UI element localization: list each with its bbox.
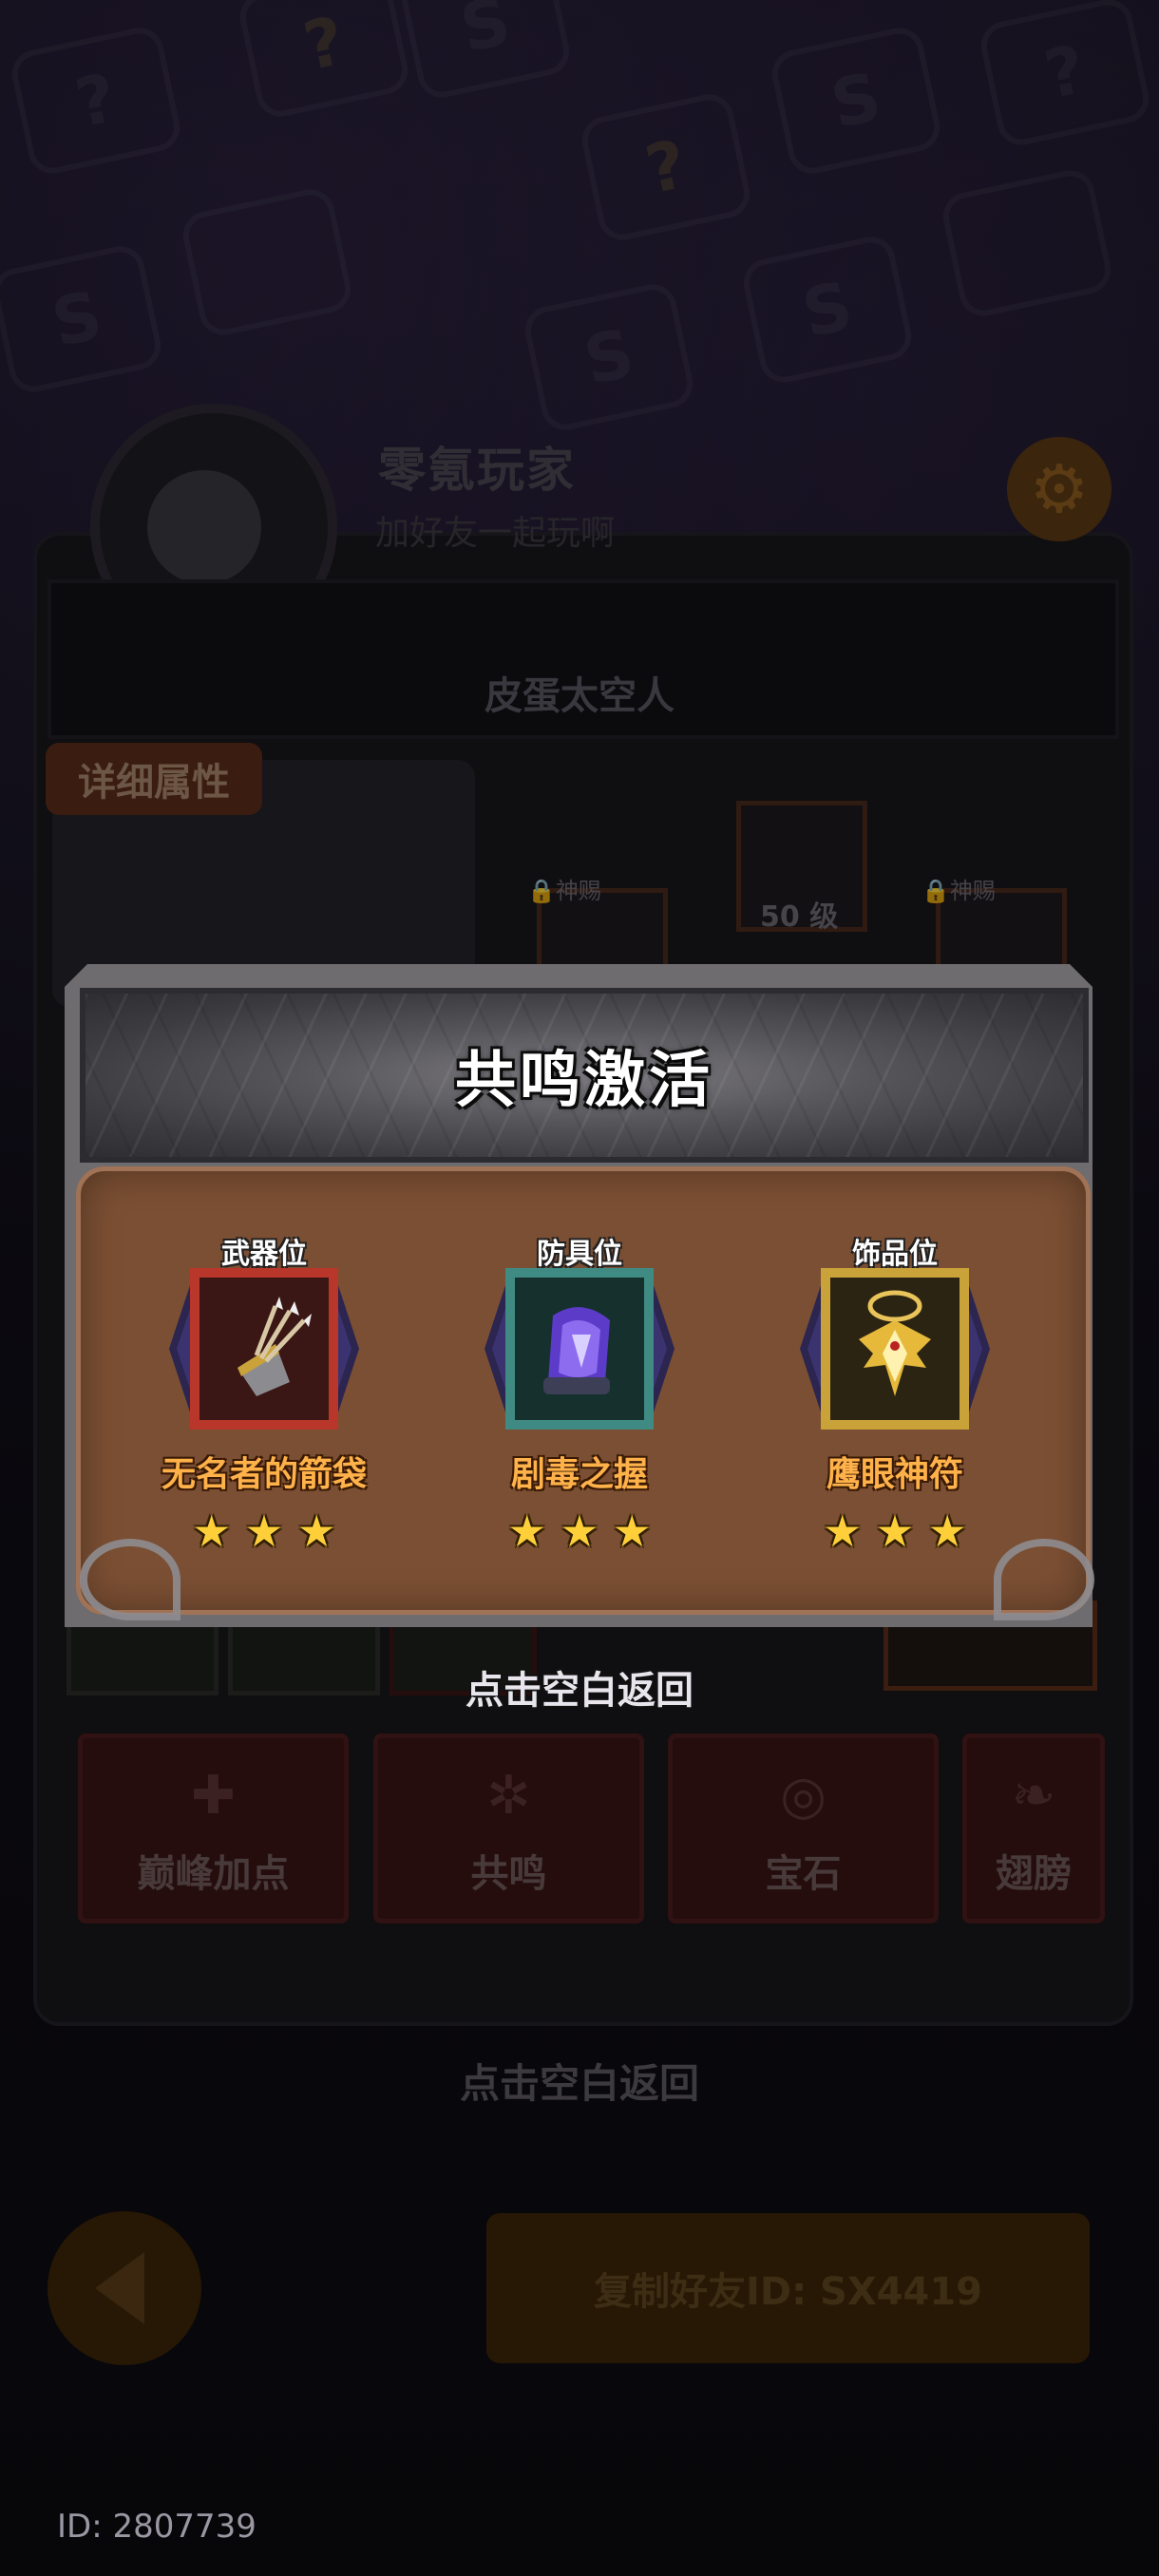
- user-id: ID: 2807739: [57, 2508, 256, 2546]
- slot-label: 武器位: [221, 1238, 307, 1271]
- star-rating: ★ ★ ★: [762, 1506, 1028, 1557]
- return-hint[interactable]: 点击空白返回: [0, 1659, 1159, 1714]
- star-icon: ★: [875, 1506, 915, 1557]
- item-name: 鹰眼神符: [826, 1455, 963, 1494]
- star-icon: ★: [823, 1506, 863, 1557]
- modal-title: 共鸣激活: [455, 1046, 713, 1116]
- item-name: 剧毒之握: [510, 1455, 648, 1494]
- eagle-amulet-icon: [830, 1278, 960, 1420]
- star-icon: ★: [507, 1506, 547, 1557]
- star-rating: ★ ★ ★: [446, 1506, 712, 1557]
- star-icon: ★: [612, 1506, 652, 1557]
- star-icon: ★: [192, 1506, 232, 1557]
- slot-label: 饰品位: [852, 1238, 938, 1271]
- star-icon: ★: [927, 1506, 967, 1557]
- star-icon: ★: [296, 1506, 336, 1557]
- quiver-icon: [200, 1278, 329, 1420]
- item-name: 无名者的箭袋: [161, 1455, 367, 1494]
- item-frame[interactable]: [484, 1268, 674, 1430]
- star-icon: ★: [244, 1506, 284, 1557]
- star-icon: ★: [560, 1506, 599, 1557]
- gauntlet-icon: [515, 1278, 644, 1420]
- star-rating: ★ ★ ★: [131, 1506, 397, 1557]
- modal-header: 共鸣激活: [80, 988, 1089, 1163]
- item-frame[interactable]: [169, 1268, 359, 1430]
- slot-label: 防具位: [537, 1238, 622, 1271]
- item-frame[interactable]: [800, 1268, 990, 1430]
